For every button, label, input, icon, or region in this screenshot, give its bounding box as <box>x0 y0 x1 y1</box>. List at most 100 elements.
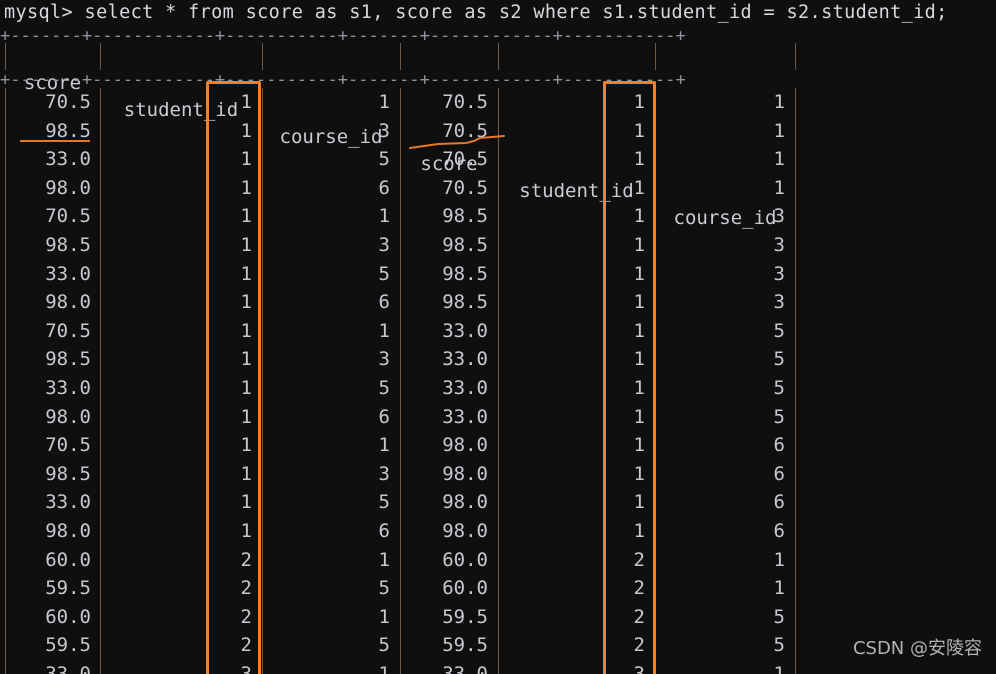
table-row: 98.5 1 3 70.5 1 1 <box>0 116 996 146</box>
cell-score-s1: 98.5 <box>45 233 91 256</box>
table-pipe <box>795 373 796 403</box>
table-pipe <box>795 488 796 517</box>
cell-course-id-s2: 5 <box>773 348 785 371</box>
cell-student-id-s1: 1 <box>240 205 252 228</box>
cell-student-id-s1: 1 <box>240 291 252 314</box>
cell-course-id-s1: 5 <box>378 491 390 514</box>
cell-course-id-s1: 1 <box>378 319 390 342</box>
table-pipe <box>5 43 6 70</box>
cell-course-id-s1: 1 <box>378 205 390 228</box>
cell-course-id-s1: 5 <box>378 634 390 657</box>
table-pipe <box>795 173 796 203</box>
cell-course-id-s1: 6 <box>378 405 390 428</box>
cell-course-id-s2: 6 <box>773 491 785 514</box>
cell-course-id-s2: 3 <box>773 291 785 314</box>
table-pipe <box>795 602 796 632</box>
cell-course-id-s2: 5 <box>773 319 785 342</box>
cell-student-id-s2: 1 <box>633 91 645 113</box>
cell-student-id-s2: 2 <box>633 577 645 600</box>
table-row: 98.5 1 3 98.0 1 6 <box>0 459 996 489</box>
cell-score-s1: 59.5 <box>45 634 91 657</box>
cell-score-s1: 98.0 <box>45 291 91 314</box>
cell-score-s2: 33.0 <box>442 348 488 371</box>
table-pipe <box>795 288 796 317</box>
table-row: 98.0 1 6 70.5 1 1 <box>0 173 996 203</box>
cell-course-id-s1: 1 <box>378 434 390 457</box>
table-pipe <box>795 631 796 660</box>
table-pipe <box>795 545 796 575</box>
cell-score-s2: 60.0 <box>442 548 488 571</box>
cell-score-s2: 70.5 <box>442 91 488 113</box>
table-pipe <box>795 202 796 231</box>
table-row: 33.0 1 5 98.0 1 6 <box>0 488 996 517</box>
cell-student-id-s1: 2 <box>240 634 252 657</box>
cell-score-s1: 33.0 <box>45 262 91 285</box>
cell-course-id-s1: 3 <box>378 348 390 371</box>
cell-score-s2: 60.0 <box>442 577 488 600</box>
cell-score-s1: 98.5 <box>45 462 91 485</box>
table-row: 70.5 1 1 98.5 1 3 <box>0 202 996 231</box>
cell-student-id-s2: 2 <box>633 634 645 657</box>
cell-score-s1: 70.5 <box>45 91 91 113</box>
cell-student-id-s2: 1 <box>633 376 645 399</box>
cell-course-id-s2: 1 <box>773 548 785 571</box>
table-pipe <box>795 574 796 603</box>
cell-student-id-s2: 3 <box>633 662 645 674</box>
cell-course-id-s1: 5 <box>378 262 390 285</box>
cell-course-id-s1: 1 <box>378 91 390 113</box>
cell-course-id-s2: 1 <box>773 119 785 142</box>
table-pipe <box>795 459 796 489</box>
cell-student-id-s2: 1 <box>633 462 645 485</box>
cell-score-s1: 59.5 <box>45 577 91 600</box>
cell-score-s2: 98.5 <box>442 291 488 314</box>
cell-student-id-s1: 1 <box>240 491 252 514</box>
cell-score-s1: 70.5 <box>45 205 91 228</box>
csdn-watermark: CSDN @安陵容 <box>852 638 982 659</box>
cell-student-id-s2: 1 <box>633 348 645 371</box>
cell-course-id-s1: 3 <box>378 233 390 256</box>
cell-course-id-s2: 3 <box>773 262 785 285</box>
cell-score-s1: 33.0 <box>45 662 91 674</box>
cell-student-id-s1: 1 <box>240 462 252 485</box>
cell-course-id-s1: 6 <box>378 176 390 199</box>
table-row: 98.5 1 3 98.5 1 3 <box>0 230 996 260</box>
cell-student-id-s1: 1 <box>240 348 252 371</box>
cell-score-s2: 33.0 <box>442 662 488 674</box>
cell-score-s2: 59.5 <box>442 634 488 657</box>
cell-student-id-s1: 1 <box>240 319 252 342</box>
cell-course-id-s2: 5 <box>773 405 785 428</box>
cell-course-id-s2: 1 <box>773 662 785 674</box>
cell-student-id-s2: 1 <box>633 176 645 199</box>
cell-score-s1: 98.0 <box>45 519 91 542</box>
cell-student-id-s1: 1 <box>240 434 252 457</box>
cell-course-id-s1: 5 <box>378 376 390 399</box>
table-row: 98.0 1 6 33.0 1 5 <box>0 402 996 432</box>
table-row: 33.0 1 5 33.0 1 5 <box>0 373 996 403</box>
cell-score-s2: 70.5 <box>442 119 488 142</box>
table-pipe <box>795 659 796 674</box>
cell-student-id-s2: 1 <box>633 119 645 142</box>
cell-score-s2: 33.0 <box>442 405 488 428</box>
cell-score-s2: 98.0 <box>442 519 488 542</box>
cell-score-s2: 70.5 <box>442 176 488 199</box>
table-pipe <box>795 402 796 432</box>
cell-score-s2: 59.5 <box>442 605 488 628</box>
cell-score-s2: 98.5 <box>442 233 488 256</box>
cell-score-s2: 33.0 <box>442 319 488 342</box>
table-row: 33.0 1 5 70.5 1 1 <box>0 145 996 174</box>
table-row: 59.5 2 5 59.5 2 5 <box>0 631 996 660</box>
cell-score-s1: 98.5 <box>45 348 91 371</box>
cell-student-id-s2: 1 <box>633 233 645 256</box>
table-body: 70.5 1 1 70.5 1 1 98.5 1 3 70.5 1 1 33.0 1 5 70.5 1 1 98.0… <box>0 88 996 674</box>
cell-score-s1: 33.0 <box>45 148 91 171</box>
cell-score-s1: 70.5 <box>45 434 91 457</box>
cell-score-s2: 70.5 <box>442 148 488 171</box>
cell-student-id-s1: 1 <box>240 176 252 199</box>
table-row: 60.0 2 1 59.5 2 5 <box>0 602 996 632</box>
cell-course-id-s2: 6 <box>773 462 785 485</box>
table-pipe <box>795 230 796 260</box>
cell-student-id-s1: 1 <box>240 233 252 256</box>
cell-student-id-s2: 1 <box>633 291 645 314</box>
table-pipe <box>795 316 796 346</box>
cell-score-s1: 33.0 <box>45 376 91 399</box>
